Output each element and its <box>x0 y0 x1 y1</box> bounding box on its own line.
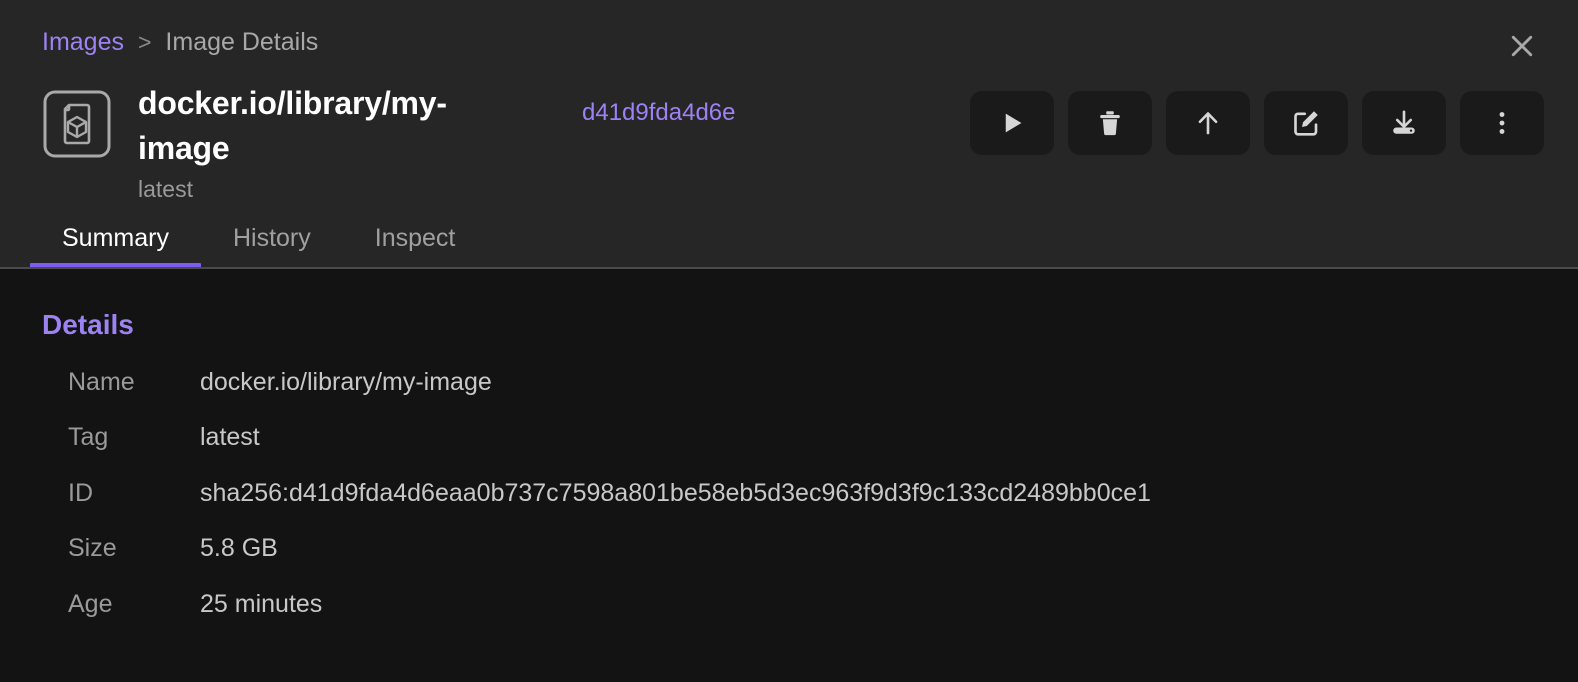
play-icon <box>1005 113 1022 133</box>
summary-tab-content: Details Name docker.io/library/my-image … <box>0 268 1578 682</box>
details-section-heading: Details <box>42 308 134 340</box>
save-button[interactable] <box>1362 91 1446 155</box>
more-button[interactable] <box>1460 91 1544 155</box>
trash-icon <box>1100 111 1120 136</box>
tab-inspect-label: Inspect <box>374 223 456 252</box>
tab-inspect[interactable]: Inspect <box>343 223 488 269</box>
tab-history-label: History <box>232 223 311 252</box>
tab-history[interactable]: History <box>201 223 343 269</box>
breadcrumb: Images > Image Details <box>0 0 1578 55</box>
detail-value-id: sha256:d41d9fda4d6eaa0b737c7598a801be58e… <box>200 478 1151 507</box>
tab-summary-label: Summary <box>62 223 169 252</box>
breadcrumb-link-images[interactable]: Images <box>42 30 124 55</box>
pencil-square-icon <box>1294 111 1318 136</box>
breadcrumb-separator: > <box>137 29 152 55</box>
detail-label-age: Age <box>68 589 113 618</box>
table-row: Tag latest <box>42 424 1578 480</box>
image-title-block: docker.io/library/my-image latest <box>138 81 538 205</box>
detail-label-id: ID <box>68 478 93 507</box>
table-row: ID sha256:d41d9fda4d6eaa0b737c7598a801be… <box>42 478 1578 536</box>
run-button[interactable] <box>970 91 1054 155</box>
detail-value-age: 25 minutes <box>200 589 323 618</box>
detail-label-name: Name <box>68 367 135 396</box>
details-table: Name docker.io/library/my-image Tag late… <box>42 367 1578 647</box>
kebab-menu-icon <box>1499 112 1505 134</box>
table-row: Name docker.io/library/my-image <box>42 367 1578 425</box>
tab-bar-divider <box>0 266 1578 269</box>
image-details-panel: Images > Image Details docker.io/library… <box>0 0 1578 682</box>
edit-button[interactable] <box>1264 91 1348 155</box>
download-icon <box>1393 110 1415 134</box>
tab-summary[interactable]: Summary <box>30 223 201 269</box>
image-tag-subtitle: latest <box>138 175 193 202</box>
image-short-id-link[interactable]: d41d9fda4d6e <box>582 99 736 127</box>
detail-value-size: 5.8 GB <box>200 534 278 563</box>
arrow-up-icon <box>1198 112 1218 135</box>
image-title-row: docker.io/library/my-image latest d41d9f… <box>0 55 1578 205</box>
action-toolbar <box>970 91 1544 155</box>
table-row: Age 25 minutes <box>42 589 1578 647</box>
page-title: docker.io/library/my-image <box>138 85 447 167</box>
table-row: Size 5.8 GB <box>42 535 1578 591</box>
panel-header: Images > Image Details docker.io/library… <box>0 0 1578 269</box>
detail-value-tag: latest <box>200 423 260 452</box>
detail-value-name: docker.io/library/my-image <box>200 367 492 396</box>
image-file-icon <box>42 89 112 159</box>
detail-label-tag: Tag <box>68 423 109 452</box>
breadcrumb-current: Image Details <box>165 28 319 56</box>
tab-bar: Summary History Inspect <box>0 223 1578 269</box>
delete-button[interactable] <box>1068 91 1152 155</box>
detail-label-size: Size <box>68 534 117 563</box>
push-button[interactable] <box>1166 91 1250 155</box>
